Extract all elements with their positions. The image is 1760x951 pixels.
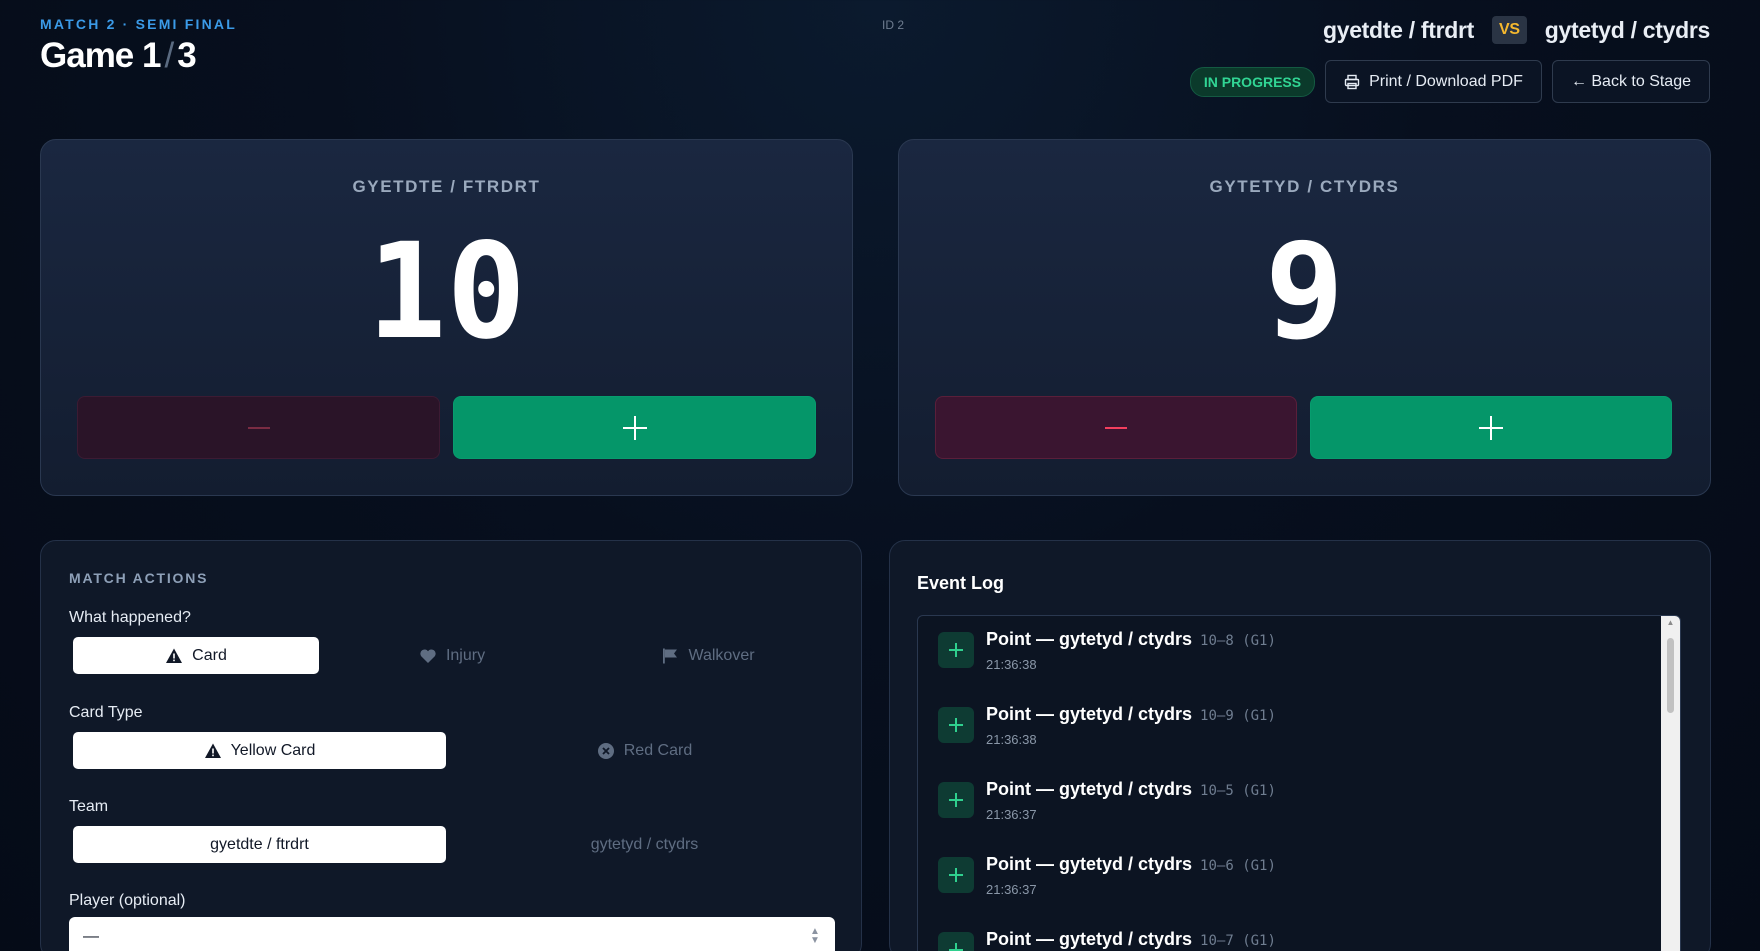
print-label: Print / Download PDF — [1369, 72, 1523, 90]
event-log-list[interactable]: Point — gytetyd / ctydrs 10–8 (G1) 21:36:… — [917, 615, 1681, 951]
log-score: 10–7 (G1) — [1200, 933, 1276, 949]
game-total: 3 — [177, 36, 196, 75]
log-time: 21:36:37 — [986, 882, 1037, 897]
match-id: ID 2 — [882, 18, 905, 32]
page-title: Game 1/3 — [40, 36, 197, 76]
x-circle-icon — [597, 742, 614, 759]
point-plus-icon — [938, 632, 974, 668]
log-scrollbar[interactable]: ▲ — [1661, 616, 1680, 951]
event-log-title: Event Log — [917, 573, 1005, 593]
print-button[interactable]: Print / Download PDF — [1325, 60, 1542, 103]
log-item-text: Point — gytetyd / ctydrs 10–9 (G1) — [986, 704, 1276, 725]
log-item-text: Point — gytetyd / ctydrs 10–8 (G1) — [986, 629, 1276, 650]
select-caret-icon: ▲ ▼ — [810, 926, 820, 946]
minus-icon — [1105, 426, 1127, 429]
heart-icon — [420, 648, 436, 663]
option-walkover[interactable]: Walkover — [585, 637, 831, 674]
team-b-name: gytetyd / ctydrs — [1544, 16, 1711, 43]
point-plus-icon — [938, 707, 974, 743]
score-card-team-b: GYTETYD / CTYDRS 9 — [898, 139, 1711, 496]
score-team-name: GYTETYD / CTYDRS — [1209, 177, 1400, 196]
log-score: 10–9 (G1) — [1200, 708, 1276, 724]
point-plus-icon — [938, 932, 974, 951]
point-plus-icon — [938, 857, 974, 893]
log-score: 10–6 (G1) — [1200, 858, 1276, 874]
match-actions-panel: MATCH ACTIONS What happened? Card Injury… — [40, 540, 862, 951]
log-event: Point — gytetyd / ctydrs — [986, 704, 1193, 724]
log-event: Point — gytetyd / ctydrs — [986, 629, 1193, 649]
increment-button[interactable] — [453, 396, 816, 459]
score-value: 9 — [1264, 215, 1345, 369]
header-actions: IN PROGRESS Print / Download PDF ← Back … — [1189, 60, 1710, 103]
score-team-name: GYETDTE / FTRDRT — [352, 177, 541, 196]
option-label: Red Card — [623, 741, 693, 759]
log-score: 10–8 (G1) — [1200, 633, 1276, 649]
game-separator: / — [164, 36, 174, 75]
warning-icon — [166, 648, 183, 663]
plus-icon — [622, 415, 647, 440]
log-time: 21:36:38 — [986, 657, 1037, 672]
plus-icon — [1479, 415, 1503, 440]
minus-icon — [247, 426, 270, 429]
point-plus-icon — [938, 782, 974, 818]
option-team-a[interactable]: gyetdte / ftrdrt — [73, 826, 446, 863]
score-value: 10 — [367, 215, 526, 369]
log-event: Point — gytetyd / ctydrs — [986, 779, 1193, 799]
option-yellow-card[interactable]: Yellow Card — [73, 732, 446, 769]
card-type-label: Card Type — [69, 704, 143, 721]
scroll-thumb[interactable] — [1667, 638, 1674, 713]
match-eyebrow: MATCH 2 · SEMI FINAL — [40, 16, 237, 32]
log-score: 10–5 (G1) — [1200, 783, 1276, 799]
increment-button[interactable] — [1310, 396, 1672, 459]
log-event: Point — gytetyd / ctydrs — [986, 929, 1193, 949]
header: MATCH 2 · SEMI FINAL Game 1/3 ID 2 gyetd… — [0, 0, 1760, 130]
vs-badge: VS — [1492, 16, 1527, 44]
option-label: Card — [192, 646, 227, 664]
printer-icon — [1344, 74, 1360, 89]
option-label: Injury — [445, 646, 486, 664]
option-injury[interactable]: Injury — [329, 637, 575, 674]
matchup: gyetdte / ftrdrt VS gytetyd / ctydrs — [1323, 16, 1710, 44]
flag-icon — [663, 648, 678, 663]
score-card-team-a: GYETDTE / FTRDRT 10 — [40, 139, 853, 496]
scroll-up-icon[interactable]: ▲ — [1661, 618, 1680, 627]
team-a-name: gyetdte / ftrdrt — [1322, 16, 1475, 43]
event-log-panel: Event Log Point — gytetyd / ctydrs 10–8 (… — [889, 540, 1711, 951]
game-label: Game — [40, 36, 134, 75]
option-red-card[interactable]: Red Card — [458, 732, 831, 769]
decrement-button[interactable] — [935, 396, 1297, 459]
log-event: Point — gytetyd / ctydrs — [986, 854, 1193, 874]
option-card[interactable]: Card — [73, 637, 319, 674]
warning-icon — [204, 743, 221, 758]
status-badge: IN PROGRESS — [1189, 66, 1316, 97]
player-select[interactable]: — ▲ ▼ — [69, 917, 835, 951]
log-item-text: Point — gytetyd / ctydrs 10–5 (G1) — [986, 779, 1276, 800]
option-label: Yellow Card — [230, 741, 316, 759]
game-current: 1 — [142, 36, 161, 75]
what-happened-label: What happened? — [69, 609, 191, 626]
option-label: Walkover — [688, 646, 755, 664]
option-team-b[interactable]: gytetyd / ctydrs — [458, 826, 831, 863]
log-item-text: Point — gytetyd / ctydrs 10–6 (G1) — [986, 854, 1276, 875]
back-to-stage-button[interactable]: ← Back to Stage — [1551, 60, 1710, 103]
team-label: Team — [69, 798, 109, 815]
player-label: Player (optional) — [69, 892, 186, 909]
log-time: 21:36:38 — [986, 732, 1037, 747]
log-time: 21:36:37 — [986, 807, 1037, 822]
player-select-value: — — [83, 928, 99, 945]
log-item-text: Point — gytetyd / ctydrs 10–7 (G1) — [986, 929, 1276, 950]
match-actions-title: MATCH ACTIONS — [69, 570, 209, 586]
decrement-button[interactable] — [77, 396, 440, 459]
